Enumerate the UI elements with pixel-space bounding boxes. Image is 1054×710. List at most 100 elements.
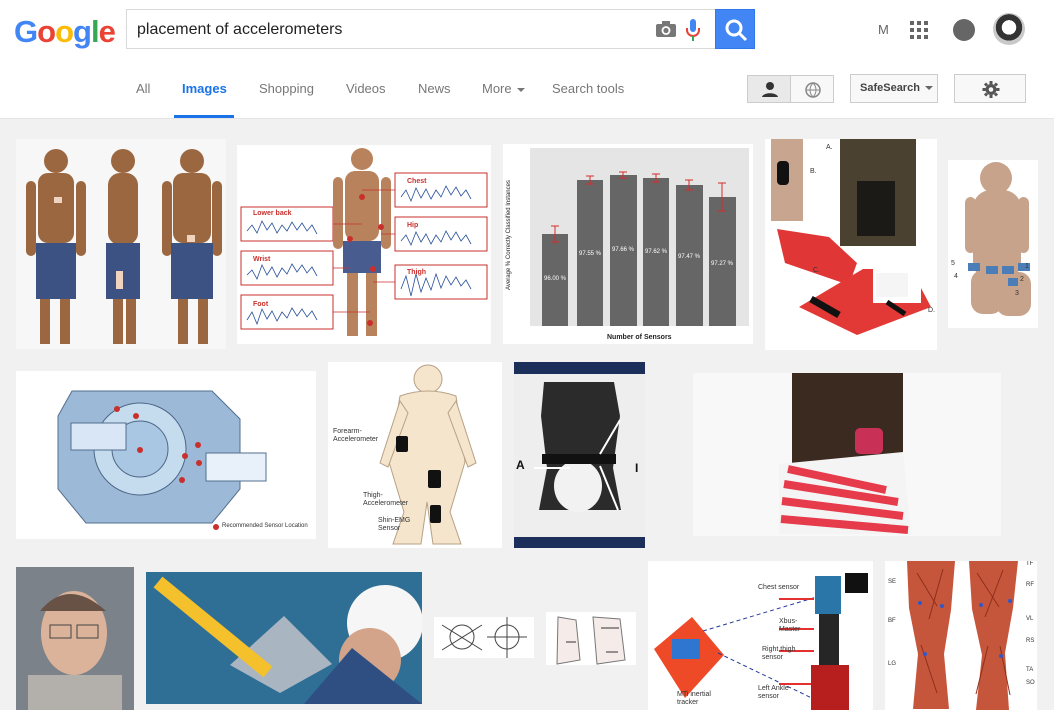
- personal-results-button[interactable]: [747, 75, 791, 103]
- knee-brace-sketch: [546, 612, 636, 665]
- result-image-man-portrait[interactable]: [16, 567, 134, 710]
- bar-value-1: 96.00 %: [544, 276, 567, 282]
- result-image-xsens[interactable]: Chest sensor Xbus-Master Right thigh sen…: [648, 561, 873, 710]
- label-mti-inertial-tracker: MTi inertial tracker: [677, 691, 711, 706]
- label-chest: Chest: [407, 178, 427, 185]
- worker-with-hardhat-photo: [146, 572, 422, 704]
- label-thigh: Thigh: [407, 269, 427, 276]
- bar-value-5: 97.47 %: [678, 254, 701, 260]
- shoe-label-b: B.: [810, 168, 817, 175]
- chart-y-label: Average % Correctly Classified Instances: [506, 180, 512, 290]
- shoe-label-d: D.: [928, 307, 935, 314]
- result-image-worker[interactable]: [146, 572, 422, 704]
- gearbox-sensor-diagram: [16, 371, 316, 539]
- apps-grid-icon[interactable]: [910, 21, 928, 39]
- tab-all[interactable]: All: [136, 81, 150, 96]
- search-tools-button[interactable]: Search tools: [552, 81, 624, 96]
- safesearch-label: SafeSearch: [860, 82, 920, 94]
- man-portrait-photo: [16, 567, 134, 710]
- result-image-sensor-chart[interactable]: Average % Correctly Classified Instances…: [503, 144, 753, 344]
- safesearch-button[interactable]: SafeSearch: [850, 74, 938, 103]
- muscle-label-se: SE: [888, 579, 897, 585]
- result-image-brace[interactable]: A I: [514, 362, 645, 548]
- label-lower-back: Lower back: [253, 210, 292, 217]
- tab-news[interactable]: News: [418, 81, 451, 96]
- body-sensor-outline: [328, 362, 502, 548]
- result-image-small-diagram-1[interactable]: [434, 617, 534, 658]
- microphone-icon[interactable]: [685, 18, 701, 42]
- hip-label-1: 1: [1025, 263, 1029, 270]
- settings-button[interactable]: [954, 74, 1026, 103]
- tab-images[interactable]: Images: [182, 81, 227, 96]
- muscle-label-so: SO: [1026, 680, 1035, 686]
- label-hip: Hip: [407, 222, 419, 229]
- tab-videos[interactable]: Videos: [346, 81, 386, 96]
- label-forearm-accelerometer: Forearm-Accelerometer: [333, 428, 379, 443]
- hip-label-4: 4: [954, 273, 958, 280]
- shoe-label-a: A.: [826, 144, 833, 151]
- body-signal-diagram: [237, 145, 491, 344]
- user-initial[interactable]: M: [878, 22, 889, 37]
- result-image-body-sensors[interactable]: [16, 139, 226, 349]
- result-image-body-signals[interactable]: Lower back Chest Hip Wrist Thigh Foot: [237, 145, 491, 344]
- result-image-body-sensors-outline[interactable]: Forearm-Accelerometer Thigh-Acceleromete…: [328, 362, 502, 548]
- globe-icon: [805, 82, 821, 98]
- tab-shopping[interactable]: Shopping: [259, 81, 314, 96]
- tab-more-label: More: [482, 81, 512, 96]
- accuracy-bar-chart: [503, 144, 753, 344]
- shoe-label-c: C.: [813, 267, 820, 274]
- small-circle-diagram: [434, 617, 534, 658]
- label-xbus-master: Xbus-Master: [779, 618, 801, 633]
- muscle-label-vl: VL: [1026, 616, 1034, 622]
- label-chest-sensor: Chest sensor: [758, 584, 800, 591]
- muscle-label-tf: TF: [1026, 561, 1034, 567]
- label-foot: Foot: [253, 301, 269, 308]
- back-hip-sensor-illustration: [948, 160, 1038, 328]
- active-tab-indicator: [174, 115, 234, 118]
- result-image-ankle-sock[interactable]: [693, 373, 1001, 536]
- leg-muscle-diagram: [885, 561, 1037, 710]
- camera-icon[interactable]: [655, 20, 677, 38]
- search-tabs: All Images Shopping Videos News More Sea…: [0, 60, 1054, 119]
- gear-icon: [982, 81, 1000, 98]
- result-image-gearbox[interactable]: Recommended Sensor Location: [16, 371, 316, 539]
- hip-label-3: 3: [1015, 290, 1019, 297]
- label-wrist: Wrist: [253, 256, 271, 263]
- hip-label-2: 2: [1020, 276, 1024, 283]
- bar-value-6: 97.27 %: [711, 261, 734, 267]
- bar-value-4: 97.62 %: [645, 249, 668, 255]
- label-shin-emg-sensor: Shin-EMG Sensor: [378, 517, 411, 532]
- muscle-label-ta: TA: [1026, 667, 1034, 673]
- search-icon: [725, 19, 748, 42]
- result-image-leg-muscles[interactable]: SE BF LG TF RF VL RS TA SO: [885, 561, 1037, 710]
- muscle-label-rs: RS: [1026, 638, 1035, 644]
- person-icon: [762, 82, 778, 97]
- label-right-thigh-sensor: Right thigh sensor: [762, 646, 796, 661]
- leg-shoe-sensor-photos: [765, 139, 937, 350]
- result-image-small-diagram-2[interactable]: [546, 612, 636, 665]
- tab-more[interactable]: More: [482, 81, 525, 96]
- muscle-label-lg: LG: [888, 661, 897, 667]
- ankle-sensor-photo: [693, 373, 1001, 536]
- muscle-label-bf: BF: [888, 618, 896, 624]
- avatar[interactable]: [993, 13, 1025, 45]
- gearbox-legend: Recommended Sensor Location: [222, 523, 308, 529]
- result-image-hip-sensors[interactable]: 5 4 1 2 3: [948, 160, 1038, 328]
- hip-label-5: 5: [951, 260, 955, 267]
- bar-value-3: 97.66 %: [612, 247, 635, 253]
- muscle-label-rf: RF: [1026, 582, 1034, 588]
- brace-label-a: A: [516, 458, 525, 472]
- global-results-button[interactable]: [790, 75, 834, 103]
- search-input[interactable]: placement of accelerometers: [126, 9, 716, 49]
- three-view-body-image: [16, 139, 226, 349]
- search-button[interactable]: [715, 9, 755, 49]
- notifications-bell-icon[interactable]: [953, 19, 975, 41]
- result-image-shoe-sensors[interactable]: A. B. C. D.: [765, 139, 937, 350]
- label-thigh-accelerometer: Thigh-Accelerometer: [363, 492, 409, 507]
- label-left-ankle-sensor: Left Ankle sensor: [758, 685, 789, 700]
- top-bar: Google placement of accelerometers M: [0, 0, 1054, 60]
- google-logo[interactable]: Google: [14, 14, 116, 50]
- bar-value-2: 97.55 %: [579, 251, 602, 257]
- chevron-down-icon: [516, 87, 525, 92]
- chart-x-label: Number of Sensors: [607, 334, 672, 341]
